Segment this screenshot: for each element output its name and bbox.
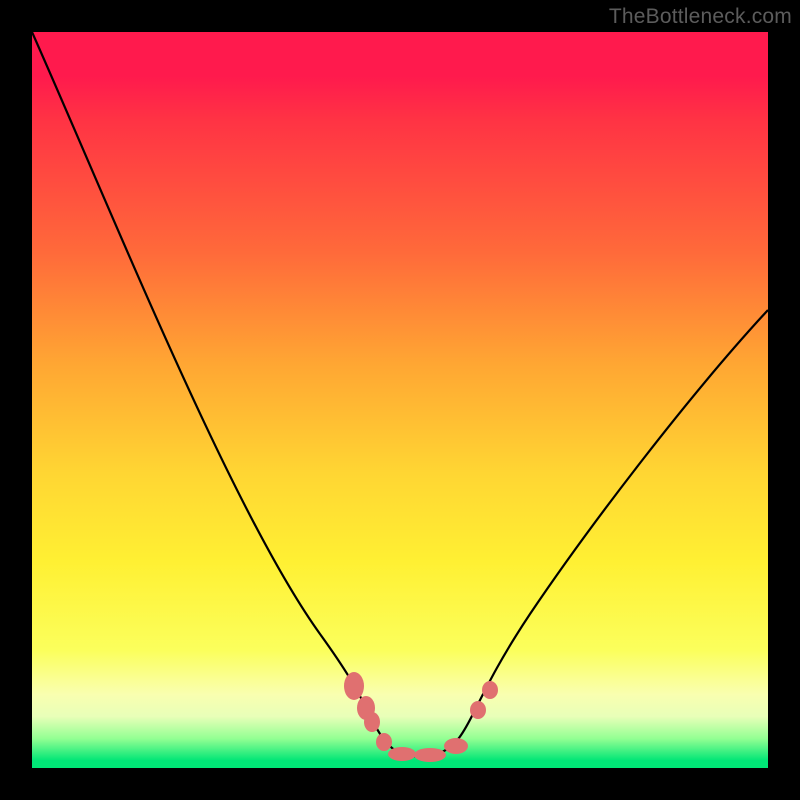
curve-bead	[376, 733, 392, 751]
curve-bead	[470, 701, 486, 719]
outer-frame: TheBottleneck.com	[0, 0, 800, 800]
curve-bead	[444, 738, 468, 754]
curve-bead	[482, 681, 498, 699]
bead-group	[344, 672, 498, 762]
curve-bead	[414, 748, 446, 762]
curve-bead	[388, 747, 416, 761]
watermark-text: TheBottleneck.com	[609, 5, 792, 29]
curve-bead	[344, 672, 364, 700]
curve-bead	[364, 712, 380, 732]
plot-area	[32, 32, 768, 768]
